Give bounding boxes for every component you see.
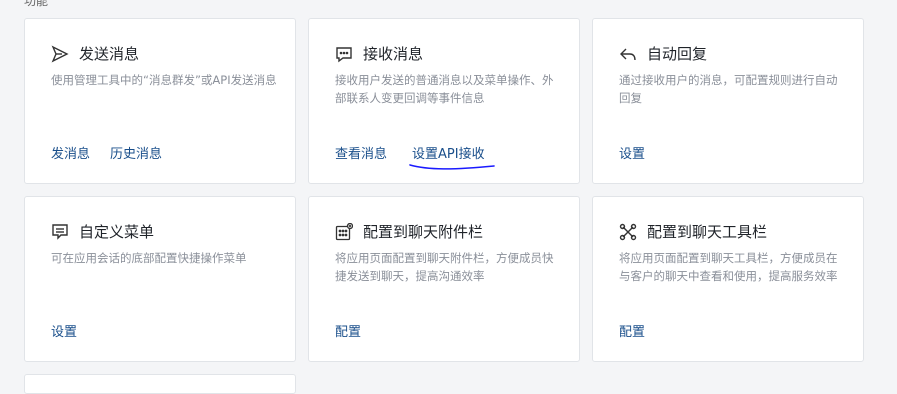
card-chat-attachment-bar: 配置到聊天附件栏 将应用页面配置到聊天附件栏，方便成员快捷发送到聊天，提高沟通效… xyxy=(308,196,580,362)
card-title: 自定义菜单 xyxy=(79,223,155,241)
auto-reply-settings-link[interactable]: 设置 xyxy=(619,143,645,162)
card-title: 配置到聊天工具栏 xyxy=(647,223,768,241)
toolbar-config-link[interactable]: 配置 xyxy=(619,321,645,340)
menu-icon xyxy=(51,223,69,241)
card-description: 可在应用会话的底部配置快捷操作菜单 xyxy=(51,251,247,265)
reply-icon xyxy=(619,45,637,63)
attachment-bar-config-link[interactable]: 配置 xyxy=(335,321,361,340)
view-message-link[interactable]: 查看消息 xyxy=(335,143,387,162)
card-description: 接收用户发送的普通消息以及菜单操作、外部联系人变更回调等事件信息 xyxy=(335,73,554,105)
toolbar-icon xyxy=(619,223,637,241)
card-title: 发送消息 xyxy=(79,45,140,63)
card-title: 配置到聊天附件栏 xyxy=(363,223,484,241)
card-title: 自动回复 xyxy=(647,45,708,63)
handwritten-underline xyxy=(409,164,495,170)
set-api-receive-label: 设置API接收 xyxy=(412,147,485,162)
card-send-message: 发送消息 使用管理工具中的“消息群发”或API发送消息 发消息 历史消息 xyxy=(24,18,296,184)
card-auto-reply: 自动回复 通过接收用户的消息，可配置规则进行自动回复 设置 xyxy=(592,18,864,184)
send-message-link[interactable]: 发消息 xyxy=(51,143,90,162)
chat-bubble-icon xyxy=(335,45,353,63)
card-title: 接收消息 xyxy=(363,45,424,63)
card-partial xyxy=(24,374,296,394)
card-description: 通过接收用户的消息，可配置规则进行自动回复 xyxy=(619,73,838,105)
card-custom-menu: 自定义菜单 可在应用会话的底部配置快捷操作菜单 设置 xyxy=(24,196,296,362)
set-api-receive-link[interactable]: 设置API接收 xyxy=(409,143,495,170)
section-label: 功能 xyxy=(24,0,49,8)
history-message-link[interactable]: 历史消息 xyxy=(110,143,162,162)
card-chat-toolbar: 配置到聊天工具栏 将应用页面配置到聊天工具栏，方便成员在与客户的聊天中查看和使用… xyxy=(592,196,864,362)
card-description: 使用管理工具中的“消息群发”或API发送消息 xyxy=(51,73,277,87)
card-receive-message: 接收消息 接收用户发送的普通消息以及菜单操作、外部联系人变更回调等事件信息 查看… xyxy=(308,18,580,184)
attachment-grid-icon xyxy=(335,222,353,241)
card-description: 将应用页面配置到聊天工具栏，方便成员在与客户的聊天中查看和使用，提高服务效率 xyxy=(619,251,838,283)
card-description: 将应用页面配置到聊天附件栏，方便成员快捷发送到聊天，提高沟通效率 xyxy=(335,251,554,283)
custom-menu-settings-link[interactable]: 设置 xyxy=(51,321,77,340)
send-icon xyxy=(51,45,69,63)
